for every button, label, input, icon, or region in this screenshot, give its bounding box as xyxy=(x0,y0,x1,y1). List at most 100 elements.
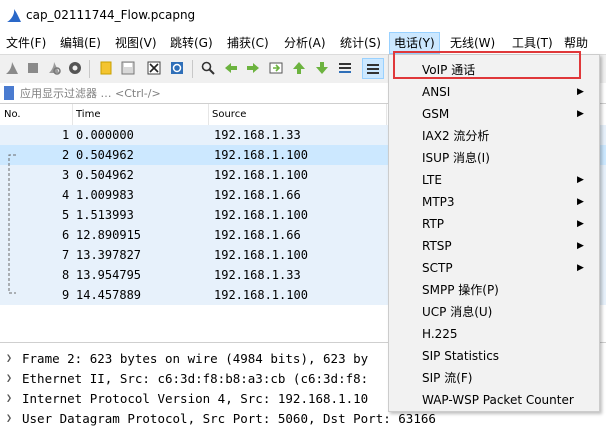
cell-source: 192.168.1.100 xyxy=(214,248,308,262)
menu-item-label: LTE xyxy=(422,173,442,187)
menu-statistics[interactable]: 统计(S) xyxy=(336,32,385,54)
telephony-menu: VoIP 通话 ANSI ▶ GSM ▶ IAX2 流分析 ISUP 消息(I) L… xyxy=(388,54,600,412)
shark-fin-icon xyxy=(7,9,21,22)
cell-no: 9 xyxy=(62,288,70,302)
menu-item-ansi[interactable]: ANSI ▶ xyxy=(389,81,599,103)
cell-source: 192.168.1.33 xyxy=(214,128,301,142)
submenu-arrow-icon: ▶ xyxy=(577,87,584,97)
menu-capture[interactable]: 捕获(C) xyxy=(223,32,273,54)
go-forward-icon[interactable] xyxy=(245,60,261,76)
reload-file-icon[interactable] xyxy=(169,60,185,76)
cell-no: 2 xyxy=(62,148,70,162)
detail-text: Internet Protocol Version 4, Src: 192.16… xyxy=(22,391,369,406)
start-capture-icon[interactable] xyxy=(4,60,20,76)
highlight-box xyxy=(393,51,581,79)
cell-no: 3 xyxy=(62,168,70,182)
cell-source: 192.168.1.100 xyxy=(214,288,308,302)
restart-capture-icon[interactable] xyxy=(46,60,62,76)
menu-item-label: UCP 消息(U) xyxy=(422,305,493,319)
stop-capture-icon[interactable] xyxy=(25,60,41,76)
colorize-toggle[interactable] xyxy=(362,58,384,79)
menu-item-rtsp[interactable]: RTSP ▶ xyxy=(389,235,599,257)
menu-item-label: IAX2 流分析 xyxy=(422,129,490,143)
bookmark-icon[interactable] xyxy=(4,86,14,100)
toolbar-separator xyxy=(192,60,193,78)
expand-arrow-icon[interactable]: ❯ xyxy=(6,409,12,429)
cell-source: 192.168.1.33 xyxy=(214,268,301,282)
menu-item-label: SIP 流(F) xyxy=(422,371,473,385)
autoscroll-icon[interactable] xyxy=(337,60,353,76)
close-file-icon[interactable] xyxy=(146,60,162,76)
menu-file[interactable]: 文件(F) xyxy=(2,32,50,54)
go-last-icon[interactable] xyxy=(314,60,330,76)
cell-time: 14.457889 xyxy=(76,288,142,302)
menu-item-sip-statistics[interactable]: SIP Statistics xyxy=(389,345,599,367)
column-header-time[interactable]: Time xyxy=(76,104,209,126)
expand-arrow-icon[interactable]: ❯ xyxy=(6,389,12,409)
capture-options-icon[interactable] xyxy=(67,60,83,76)
go-back-icon[interactable] xyxy=(223,60,239,76)
detail-text: Ethernet II, Src: c6:3d:f8:b8:a3:cb (c6:… xyxy=(22,371,369,386)
cell-source: 192.168.1.100 xyxy=(214,148,308,162)
colorize-icon xyxy=(367,64,379,74)
cell-no: 4 xyxy=(62,188,70,202)
cell-no: 7 xyxy=(62,248,70,262)
detail-row-udp[interactable]: ❯ User Datagram Protocol, Src Port: 5060… xyxy=(0,409,606,429)
menu-item-sctp[interactable]: SCTP ▶ xyxy=(389,257,599,279)
menu-item-lte[interactable]: LTE ▶ xyxy=(389,169,599,191)
menu-item-label: SCTP xyxy=(422,261,453,275)
open-file-icon[interactable] xyxy=(98,60,114,76)
menu-view[interactable]: 视图(V) xyxy=(111,32,161,54)
menu-item-smpp[interactable]: SMPP 操作(P) xyxy=(389,279,599,301)
submenu-arrow-icon: ▶ xyxy=(577,263,584,273)
menu-item-ucp[interactable]: UCP 消息(U) xyxy=(389,301,599,323)
menu-item-wap-wsp[interactable]: WAP-WSP Packet Counter xyxy=(389,389,599,411)
find-packet-icon[interactable] xyxy=(200,60,216,76)
menu-item-mtp3[interactable]: MTP3 ▶ xyxy=(389,191,599,213)
cell-source: 192.168.1.66 xyxy=(214,228,301,242)
cell-time: 13.954795 xyxy=(76,268,142,282)
menu-item-rtp[interactable]: RTP ▶ xyxy=(389,213,599,235)
menu-go[interactable]: 跳转(G) xyxy=(166,32,217,54)
expand-arrow-icon[interactable]: ❯ xyxy=(6,349,12,369)
expand-arrow-icon[interactable]: ❯ xyxy=(6,369,12,389)
submenu-arrow-icon: ▶ xyxy=(577,219,584,229)
column-header-source[interactable]: Source xyxy=(212,104,387,126)
detail-text: Frame 2: 623 bytes on wire (4984 bits), … xyxy=(22,351,369,366)
menu-item-label: ANSI xyxy=(422,85,451,99)
submenu-arrow-icon: ▶ xyxy=(577,109,584,119)
menu-analyze[interactable]: 分析(A) xyxy=(280,32,330,54)
save-file-icon[interactable] xyxy=(120,60,136,76)
cell-source: 192.168.1.100 xyxy=(214,168,308,182)
conversation-bracket xyxy=(8,154,16,294)
cell-time: 1.009983 xyxy=(76,188,134,202)
cell-time: 0.504962 xyxy=(76,148,134,162)
cell-time: 0.000000 xyxy=(76,128,134,142)
menu-item-isup[interactable]: ISUP 消息(I) xyxy=(389,147,599,169)
menu-edit[interactable]: 编辑(E) xyxy=(56,32,105,54)
menu-item-label: RTP xyxy=(422,217,445,231)
cell-time: 13.397827 xyxy=(76,248,142,262)
title-bar: cap_02111744_Flow.pcapng xyxy=(0,0,606,32)
submenu-arrow-icon: ▶ xyxy=(577,175,584,185)
menu-item-label: SMPP 操作(P) xyxy=(422,283,499,297)
menu-item-label: WAP-WSP Packet Counter xyxy=(422,393,574,407)
menu-item-gsm[interactable]: GSM ▶ xyxy=(389,103,599,125)
submenu-arrow-icon: ▶ xyxy=(577,241,584,251)
menu-item-sip-flows[interactable]: SIP 流(F) xyxy=(389,367,599,389)
go-first-icon[interactable] xyxy=(291,60,307,76)
cell-no: 5 xyxy=(62,208,70,222)
column-header-no[interactable]: No. xyxy=(4,104,73,126)
detail-text: User Datagram Protocol, Src Port: 5060, … xyxy=(22,411,436,426)
display-filter-input[interactable]: 应用显示过滤器 … <Ctrl-/> xyxy=(20,85,161,101)
menu-item-iax2[interactable]: IAX2 流分析 xyxy=(389,125,599,147)
cell-no: 8 xyxy=(62,268,70,282)
window-title: cap_02111744_Flow.pcapng xyxy=(26,8,196,22)
go-to-packet-icon[interactable] xyxy=(268,60,284,76)
toolbar-separator xyxy=(89,60,90,78)
menu-item-label: RTSP xyxy=(422,239,452,253)
menu-item-label: SIP Statistics xyxy=(422,349,500,363)
menu-item-h225[interactable]: H.225 xyxy=(389,323,599,345)
cell-no: 1 xyxy=(62,128,70,142)
menu-item-label: ISUP 消息(I) xyxy=(422,151,490,165)
